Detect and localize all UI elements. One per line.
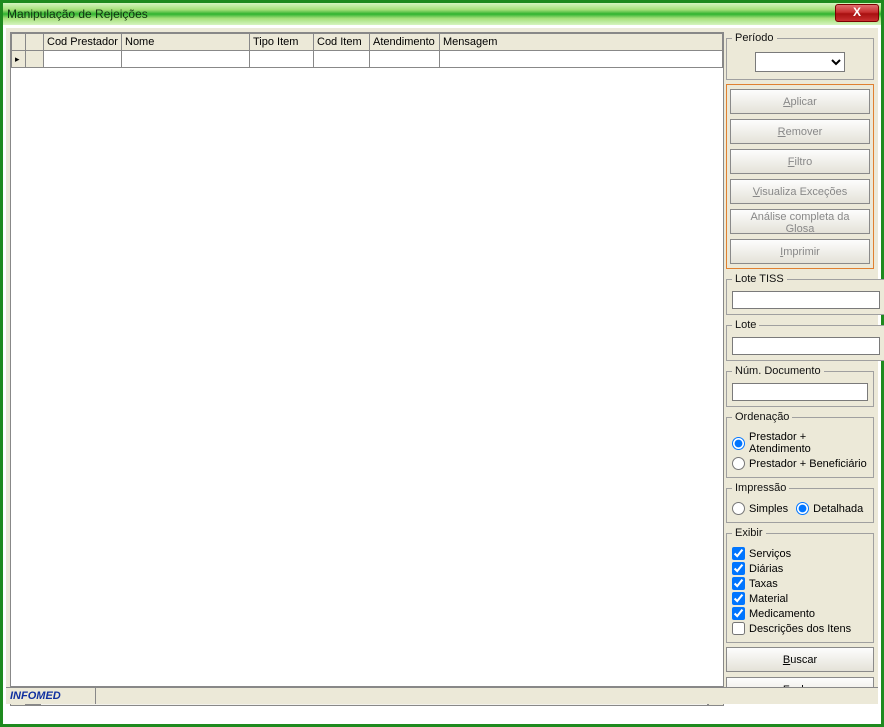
exibir-checkbox[interactable] xyxy=(732,607,745,620)
impressao-detalhada-radio[interactable] xyxy=(796,502,809,515)
ordenacao-opt2-label: Prestador + Beneficiário xyxy=(749,458,867,470)
status-message xyxy=(96,688,878,704)
exibir-item[interactable]: Descrições dos Itens xyxy=(732,622,868,635)
numdoc-input[interactable] xyxy=(732,383,868,401)
side-panel: Período Aplicar Remover Filtro Visualiza… xyxy=(726,32,874,707)
cell-atendimento[interactable] xyxy=(370,51,440,68)
grid-col-mensagem[interactable]: Mensagem xyxy=(440,34,723,51)
rejections-grid[interactable]: Cod Prestador Nome Tipo Item Cod Item At… xyxy=(10,32,724,687)
exibir-item[interactable]: Diárias xyxy=(732,562,868,575)
cell-cod-prestador[interactable] xyxy=(44,51,122,68)
status-bar: INFOMED xyxy=(6,687,878,704)
grid-col-indicator[interactable] xyxy=(12,34,26,51)
row-check-cell[interactable] xyxy=(26,51,44,68)
imprimir-button[interactable]: Imprimir xyxy=(730,239,870,264)
exibir-item[interactable]: Serviços xyxy=(732,547,868,560)
grid-col-cod-item[interactable]: Cod Item xyxy=(314,34,370,51)
impressao-legend: Impressão xyxy=(732,482,789,494)
lote-group: Lote a xyxy=(726,319,884,361)
actions-group: Aplicar Remover Filtro Visualiza Exceçõe… xyxy=(726,84,874,269)
analise-glosa-button[interactable]: Análise completa da Glosa xyxy=(730,209,870,234)
impressao-simples-radio[interactable] xyxy=(732,502,745,515)
grid-col-cod-prestador[interactable]: Cod Prestador xyxy=(44,34,122,51)
grid-col-tipo-item[interactable]: Tipo Item xyxy=(250,34,314,51)
row-indicator-icon xyxy=(12,51,26,68)
lote-tiss-group: Lote TISS a xyxy=(726,273,884,315)
exibir-label: Descrições dos Itens xyxy=(749,623,851,635)
exibir-checkbox[interactable] xyxy=(732,562,745,575)
cell-mensagem[interactable] xyxy=(440,51,723,68)
cell-nome[interactable] xyxy=(122,51,250,68)
grid-col-check[interactable] xyxy=(26,34,44,51)
grid-row[interactable] xyxy=(12,51,723,68)
periodo-legend: Período xyxy=(732,32,777,44)
visualiza-excecoes-button[interactable]: Visualiza Exceções xyxy=(730,179,870,204)
grid-header-row: Cod Prestador Nome Tipo Item Cod Item At… xyxy=(12,34,723,51)
exibir-label: Taxas xyxy=(749,578,778,590)
window-title: Manipulação de Rejeições xyxy=(7,7,148,21)
impressao-simples-label: Simples xyxy=(749,503,788,515)
grid-col-nome[interactable]: Nome xyxy=(122,34,250,51)
exibir-item[interactable]: Taxas xyxy=(732,577,868,590)
exibir-label: Medicamento xyxy=(749,608,815,620)
cell-tipo-item[interactable] xyxy=(250,51,314,68)
impressao-detalhada-label: Detalhada xyxy=(813,503,863,515)
remover-button[interactable]: Remover xyxy=(730,119,870,144)
ordenacao-opt2[interactable]: Prestador + Beneficiário xyxy=(732,457,868,470)
title-bar: Manipulação de Rejeições X xyxy=(3,3,881,25)
lote-legend: Lote xyxy=(732,319,759,331)
lote-from-input[interactable] xyxy=(732,337,880,355)
ordenacao-group: Ordenação Prestador + Atendimento Presta… xyxy=(726,411,874,478)
ordenacao-opt2-radio[interactable] xyxy=(732,457,745,470)
exibir-checkbox[interactable] xyxy=(732,622,745,635)
impressao-simples[interactable]: Simples xyxy=(732,502,788,515)
close-button[interactable]: X xyxy=(835,4,879,22)
filtro-button[interactable]: Filtro xyxy=(730,149,870,174)
content-area: Cod Prestador Nome Tipo Item Cod Item At… xyxy=(6,28,878,704)
ordenacao-opt1-radio[interactable] xyxy=(732,437,745,450)
lote-tiss-legend: Lote TISS xyxy=(732,273,787,285)
exibir-checkbox[interactable] xyxy=(732,592,745,605)
exibir-label: Diárias xyxy=(749,563,783,575)
impressao-group: Impressão Simples Detalhada xyxy=(726,482,874,523)
exibir-checkbox[interactable] xyxy=(732,577,745,590)
exibir-label: Material xyxy=(749,593,788,605)
impressao-detalhada[interactable]: Detalhada xyxy=(796,502,863,515)
exibir-label: Serviços xyxy=(749,548,791,560)
exibir-item[interactable]: Material xyxy=(732,592,868,605)
ordenacao-opt1[interactable]: Prestador + Atendimento xyxy=(732,431,868,455)
exibir-group: Exibir Serviços Diárias Taxas Material Medic… xyxy=(726,527,874,643)
ordenacao-opt1-label: Prestador + Atendimento xyxy=(749,431,868,455)
exibir-legend: Exibir xyxy=(732,527,766,539)
exibir-checkbox[interactable] xyxy=(732,547,745,560)
cell-cod-item[interactable] xyxy=(314,51,370,68)
grid-header: Cod Prestador Nome Tipo Item Cod Item At… xyxy=(11,33,723,68)
buscar-button[interactable]: Buscar xyxy=(726,647,874,672)
periodo-group: Período xyxy=(726,32,874,80)
ordenacao-legend: Ordenação xyxy=(732,411,792,423)
exibir-item[interactable]: Medicamento xyxy=(732,607,868,620)
status-brand: INFOMED xyxy=(6,688,96,704)
numdoc-legend: Núm. Documento xyxy=(732,365,824,377)
aplicar-button[interactable]: Aplicar xyxy=(730,89,870,114)
numdoc-group: Núm. Documento xyxy=(726,365,874,407)
lote-tiss-from-input[interactable] xyxy=(732,291,880,309)
periodo-select[interactable] xyxy=(755,52,845,72)
grid-col-atendimento[interactable]: Atendimento xyxy=(370,34,440,51)
